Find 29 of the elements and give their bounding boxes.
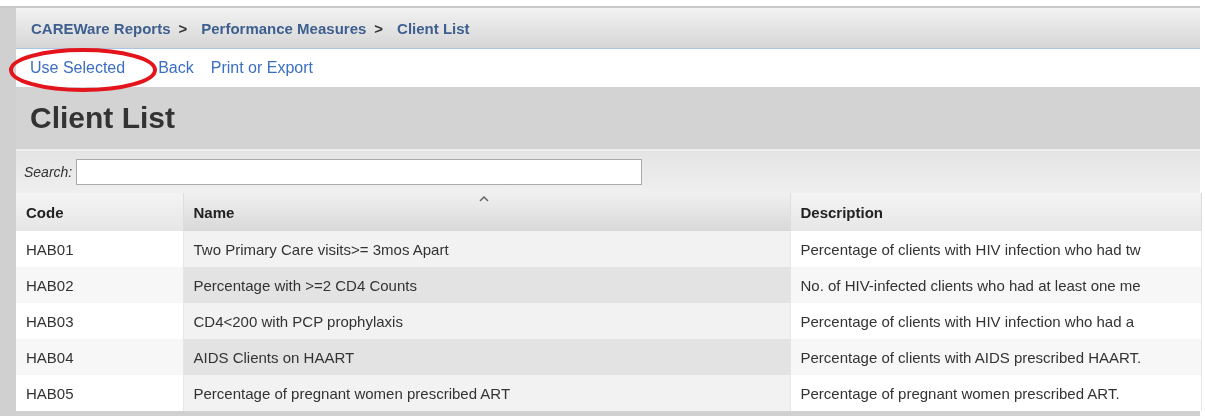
breadcrumb-link[interactable]: CAREWare Reports (31, 19, 171, 37)
action-link[interactable]: Back (158, 59, 207, 77)
breadcrumb-link[interactable]: Client List (397, 19, 470, 37)
table-cell: HAB02 (16, 267, 183, 303)
column-header[interactable]: Description (790, 193, 1201, 231)
table-cell: Percentage of clients with AIDS prescribed HAART. (790, 339, 1201, 375)
page-title: Client List (30, 101, 175, 135)
search-label: Search: (24, 164, 73, 180)
table-cell: Percentage with >=2 CD4 Counts (183, 267, 790, 303)
table-cell: No. of HIV-infected clients who had at least one me (790, 267, 1201, 303)
table-cell: AIDS Clients on HAART (183, 339, 790, 375)
table-cell: HAB01 (16, 231, 183, 267)
breadcrumb-separator: > (374, 19, 384, 37)
table-cell: Percentage of pregnant women prescribed ART (183, 375, 790, 411)
table-cell: HAB05 (16, 375, 183, 411)
table-cell: Two Primary Care visits>= 3mos Apart (183, 231, 790, 267)
action-link[interactable]: Print or Export (210, 59, 326, 77)
table-cell: Percentage of clients with HIV infection who had a (790, 303, 1201, 339)
table-cell: CD4<200 with PCP prophylaxis (183, 303, 790, 339)
breadcrumb-separator: > (178, 19, 188, 37)
table-cell: HAB03 (16, 303, 183, 339)
breadcrumb-link[interactable]: Performance Measures (201, 19, 367, 37)
column-header[interactable]: Code (16, 193, 183, 231)
table-cell: Percentage of pregnant women prescribed ART. (790, 375, 1201, 411)
sort-caret-icon (478, 196, 489, 202)
table-cell: Percentage of clients with HIV infection who had tw (790, 231, 1201, 267)
table-cell: HAB04 (16, 339, 183, 375)
search-field[interactable] (76, 159, 643, 185)
column-header[interactable]: Name (183, 193, 790, 231)
